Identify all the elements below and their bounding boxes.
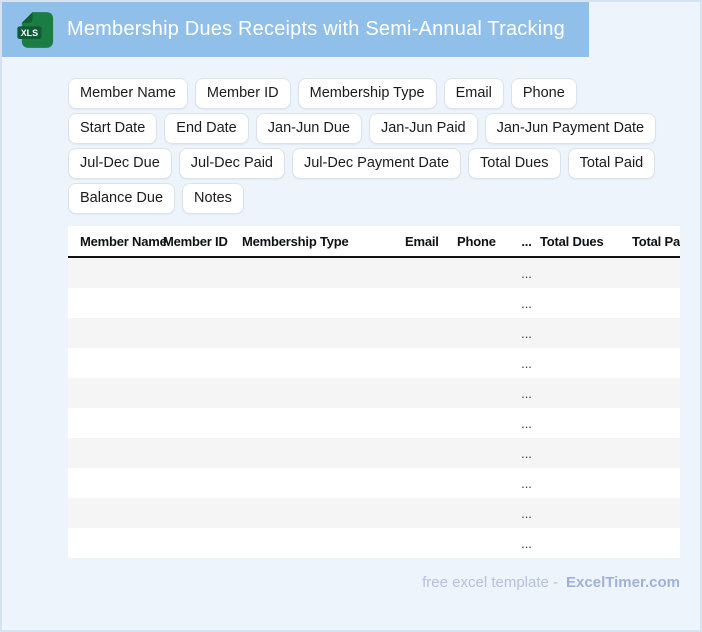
table-row: ... [68, 468, 680, 498]
column-chip[interactable]: Notes [182, 183, 244, 214]
row-ellipsis-cell: ... [521, 445, 532, 461]
column-chip[interactable]: Balance Due [68, 183, 176, 214]
row-ellipsis-cell: ... [521, 535, 532, 551]
column-chip[interactable]: Email [443, 78, 504, 109]
column-chip[interactable]: Jan-Jun Payment Date [484, 113, 657, 144]
header-cell: Membership Type [242, 233, 349, 249]
footer-text: free excel template - [422, 574, 559, 591]
table-row: ... [68, 528, 680, 558]
footer: free excel template - ExcelTimer.com [2, 574, 680, 591]
column-chip[interactable]: Jul-Dec Payment Date [291, 148, 462, 179]
column-chip[interactable]: Membership Type [297, 78, 437, 109]
table-body: .............................. [68, 258, 680, 558]
table-row: ... [68, 258, 680, 288]
header-cell: Total Dues [540, 233, 604, 249]
header-cell: Phone [457, 233, 496, 249]
table-row: ... [68, 408, 680, 438]
column-chip[interactable]: Phone [510, 78, 577, 109]
table-row: ... [68, 378, 680, 408]
column-chip[interactable]: Jul-Dec Paid [178, 148, 285, 179]
page: XLS Membership Dues Receipts with Semi-A… [0, 0, 702, 632]
header-cell: Member ID [163, 233, 228, 249]
column-chips: Member Name Member ID Membership Type Email… [68, 78, 660, 214]
column-chip[interactable]: Jul-Dec Due [68, 148, 172, 179]
row-ellipsis-cell: ... [521, 295, 532, 311]
column-chip[interactable]: Jan-Jun Paid [368, 113, 478, 144]
row-ellipsis-cell: ... [521, 265, 532, 281]
row-ellipsis-cell: ... [521, 505, 532, 521]
xls-badge-label: XLS [21, 27, 38, 37]
table-row: ... [68, 438, 680, 468]
preview-table: Member Name Member ID Membership Type Email… [68, 226, 680, 558]
header-cell: Member Name [80, 233, 167, 249]
table-row: ... [68, 348, 680, 378]
table-row: ... [68, 288, 680, 318]
title-banner: XLS Membership Dues Receipts with Semi-A… [2, 2, 589, 57]
table-row: ... [68, 318, 680, 348]
header-collapsed-columns: ... [521, 233, 532, 249]
column-chip[interactable]: Member Name [68, 78, 188, 109]
column-chip[interactable]: End Date [164, 113, 249, 144]
row-ellipsis-cell: ... [521, 385, 532, 401]
xls-file-icon: XLS [17, 11, 54, 48]
page-title: Membership Dues Receipts with Semi-Annua… [67, 18, 565, 40]
header-cell: Email [405, 233, 439, 249]
header-cell: Total Paid [632, 233, 680, 249]
column-chip[interactable]: Jan-Jun Due [255, 113, 362, 144]
row-ellipsis-cell: ... [521, 355, 532, 371]
footer-brand-link[interactable]: ExcelTimer.com [566, 574, 680, 591]
column-chip[interactable]: Total Paid [567, 148, 656, 179]
column-chip[interactable]: Start Date [68, 113, 158, 144]
row-ellipsis-cell: ... [521, 475, 532, 491]
table-row: ... [68, 498, 680, 528]
column-chip[interactable]: Total Dues [468, 148, 561, 179]
row-ellipsis-cell: ... [521, 415, 532, 431]
table-header-row: Member Name Member ID Membership Type Email… [68, 226, 680, 258]
column-chip[interactable]: Member ID [194, 78, 291, 109]
row-ellipsis-cell: ... [521, 325, 532, 341]
